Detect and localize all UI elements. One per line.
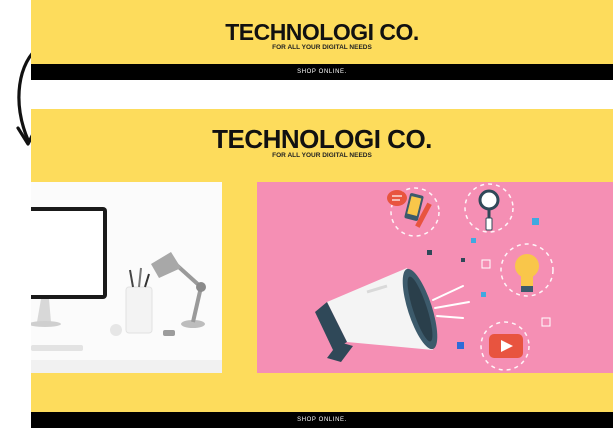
shop-online-label[interactable]: SHOP ONLINE. — [297, 412, 347, 428]
shop-online-bar[interactable]: SHOP ONLINE. — [31, 64, 613, 80]
main-banner: TECHNOLOGI CO. FOR ALL YOUR DIGITAL NEED… — [31, 109, 613, 428]
brand-title: TECHNOLOGI CO. — [212, 124, 432, 154]
brand-tagline: FOR ALL YOUR DIGITAL NEEDS — [272, 152, 372, 159]
brand-tagline: FOR ALL YOUR DIGITAL NEEDS — [272, 44, 372, 51]
desk-illustration — [31, 182, 222, 373]
chat-bubble-icon — [387, 190, 407, 206]
promo-art — [257, 182, 613, 373]
desk-photo — [31, 182, 222, 373]
promo-illustration — [257, 182, 613, 373]
top-banner: TECHNOLOGI CO. FOR ALL YOUR DIGITAL NEED… — [31, 0, 613, 80]
shop-online-bar[interactable]: SHOP ONLINE. — [31, 412, 613, 428]
shop-online-label[interactable]: SHOP ONLINE. — [297, 64, 347, 80]
play-button-icon — [489, 334, 523, 358]
brand-title: TECHNOLOGI CO. — [225, 19, 419, 45]
